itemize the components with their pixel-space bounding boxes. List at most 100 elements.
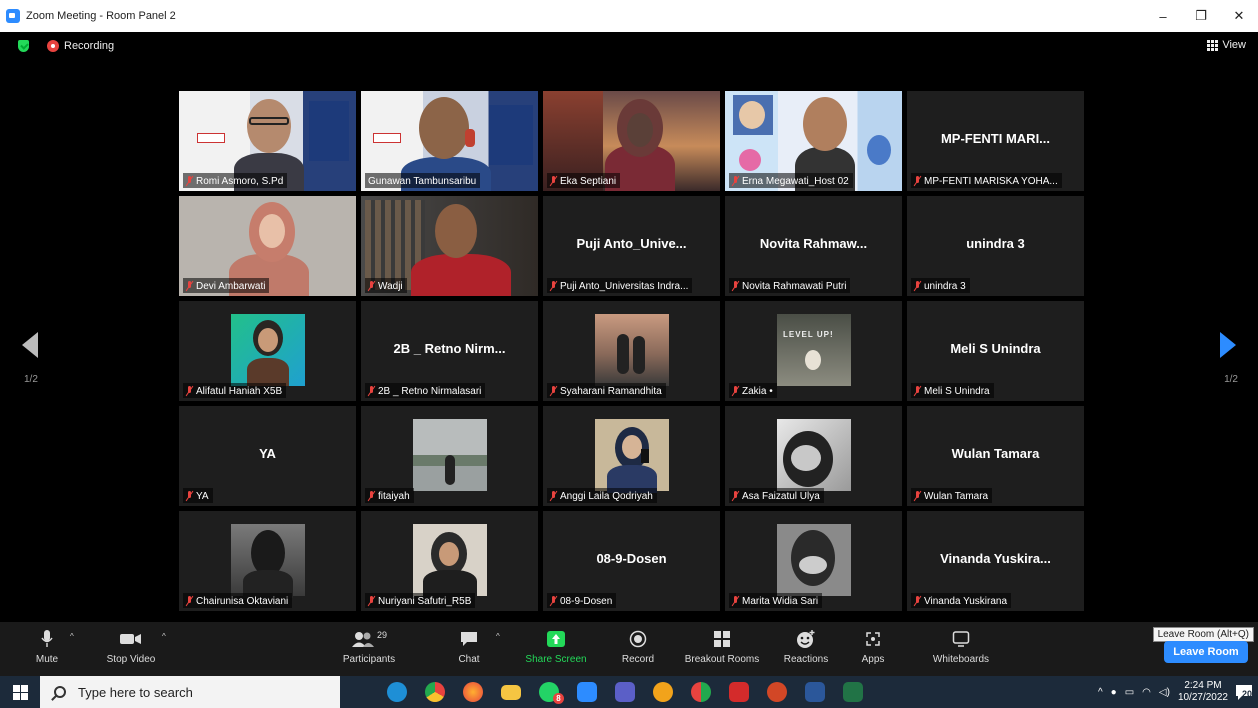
file-explorer-icon[interactable] bbox=[492, 676, 530, 708]
tray-mic-icon[interactable]: ● bbox=[1111, 687, 1117, 698]
participant-name: MP-FENTI MARISKA YOHA... bbox=[924, 175, 1058, 187]
record-icon bbox=[629, 630, 647, 648]
page-indicator-right: 1/2 bbox=[1224, 374, 1238, 385]
tray-wifi-icon[interactable]: ◠ bbox=[1142, 687, 1151, 698]
share-screen-icon bbox=[547, 631, 565, 647]
participant-name: 2B _ Retno Nirmalasari bbox=[378, 385, 482, 397]
view-button[interactable]: View bbox=[1207, 39, 1246, 51]
search-placeholder: Type here to search bbox=[78, 684, 193, 700]
meeting-area: Recording View 1/2 1/2 Romi Asmoro, S.Pd… bbox=[0, 32, 1258, 622]
participant-name: Chairunisa Oktaviani bbox=[196, 595, 289, 607]
windows-logo-icon bbox=[12, 684, 28, 700]
video-tile[interactable]: Novita Rahmaw... Novita Rahmawati Putri bbox=[725, 196, 902, 296]
previous-page-arrow-icon[interactable] bbox=[22, 332, 38, 358]
participant-display-name: 08-9-Dosen bbox=[596, 551, 667, 566]
record-button[interactable]: Record bbox=[618, 626, 658, 665]
stop-video-button[interactable]: Stop Video bbox=[100, 626, 162, 665]
tray-network-icon[interactable]: ▭ bbox=[1125, 687, 1134, 698]
apps-button[interactable]: Apps bbox=[860, 626, 886, 665]
participant-name: Anggi Laila Qodriyah bbox=[560, 490, 653, 502]
video-tile[interactable]: Syaharani Ramandhita bbox=[543, 301, 720, 401]
video-tile-active-speaker[interactable]: Gunawan Tambunsaribu bbox=[361, 91, 538, 191]
reactions-button[interactable]: Reactions bbox=[780, 626, 832, 665]
video-tile[interactable]: 2B _ Retno Nirm... 2B _ Retno Nirmalasar… bbox=[361, 301, 538, 401]
next-page-arrow-icon[interactable] bbox=[1220, 332, 1236, 358]
video-tile[interactable]: fitaiyah bbox=[361, 406, 538, 506]
firefox-app-icon[interactable] bbox=[454, 676, 492, 708]
chrome-app-icon[interactable] bbox=[416, 676, 454, 708]
audio-options-caret-icon[interactable]: ^ bbox=[70, 632, 74, 641]
apps-icon bbox=[866, 632, 880, 646]
participant-name: Erna Megawati_Host 02 bbox=[742, 175, 849, 187]
breakout-rooms-button[interactable]: Breakout Rooms bbox=[680, 626, 764, 665]
video-tile[interactable]: MP-FENTI MARI... MP-FENTI MARISKA YOHA..… bbox=[907, 91, 1084, 191]
notification-count: 20 bbox=[1242, 689, 1253, 699]
close-button[interactable]: ✕ bbox=[1220, 0, 1258, 32]
participant-name: Romi Asmoro, S.Pd bbox=[196, 175, 284, 187]
zoom-taskbar-icon[interactable] bbox=[568, 676, 606, 708]
participant-name: Nuriyani Safutri_R5B bbox=[378, 595, 472, 607]
taskbar-search-box[interactable]: Type here to search bbox=[40, 676, 340, 708]
video-tile[interactable]: Nuriyani Safutri_R5B bbox=[361, 511, 538, 611]
leave-room-button[interactable]: Leave Room bbox=[1164, 641, 1248, 663]
video-options-caret-icon[interactable]: ^ bbox=[162, 632, 166, 641]
participant-name: Asa Faizatul Ulya bbox=[742, 490, 820, 502]
acrobat-app-icon[interactable] bbox=[720, 676, 758, 708]
chrome-profile-icon[interactable] bbox=[682, 676, 720, 708]
chat-options-caret-icon[interactable]: ^ bbox=[496, 632, 500, 641]
video-tile[interactable]: Eka Septiani bbox=[543, 91, 720, 191]
chat-bubble-icon bbox=[461, 632, 477, 646]
video-tile[interactable]: Chairunisa Oktaviani bbox=[179, 511, 356, 611]
video-tile[interactable]: 08-9-Dosen 08-9-Dosen bbox=[543, 511, 720, 611]
grid-view-icon bbox=[1207, 39, 1219, 51]
muted-mic-icon bbox=[186, 176, 193, 186]
powerpoint-app-icon[interactable] bbox=[758, 676, 796, 708]
video-tile[interactable]: Erna Megawati_Host 02 bbox=[725, 91, 902, 191]
participants-button[interactable]: 29 Participants bbox=[338, 626, 400, 665]
breakout-rooms-icon bbox=[714, 631, 730, 647]
video-tile[interactable]: Romi Asmoro, S.Pd bbox=[179, 91, 356, 191]
participant-name: Zakia • bbox=[742, 385, 773, 397]
recording-label: Recording bbox=[64, 40, 115, 52]
participant-display-name: 2B _ Retno Nirm... bbox=[393, 341, 506, 356]
edge-app-icon[interactable] bbox=[378, 676, 416, 708]
video-tile[interactable]: Vinanda Yuskira... Vinanda Yuskirana bbox=[907, 511, 1084, 611]
notification-center-icon[interactable]: 20 bbox=[1234, 682, 1254, 702]
mute-button[interactable]: Mute bbox=[30, 626, 64, 665]
share-screen-button[interactable]: Share Screen bbox=[521, 626, 591, 665]
recording-icon[interactable] bbox=[47, 40, 59, 52]
tray-chevron-icon[interactable]: ^ bbox=[1098, 687, 1103, 698]
minimize-button[interactable]: – bbox=[1144, 0, 1182, 32]
security-shield-icon[interactable] bbox=[18, 40, 29, 52]
tray-volume-icon[interactable]: ◁) bbox=[1159, 687, 1170, 698]
restore-button[interactable]: ❐ bbox=[1182, 0, 1220, 32]
video-tile[interactable]: Asa Faizatul Ulya bbox=[725, 406, 902, 506]
video-tile[interactable]: Wulan Tamara Wulan Tamara bbox=[907, 406, 1084, 506]
video-tile[interactable]: YA YA bbox=[179, 406, 356, 506]
video-tile[interactable]: Puji Anto_Unive... Puji Anto_Universitas… bbox=[543, 196, 720, 296]
video-tile[interactable]: Anggi Laila Qodriyah bbox=[543, 406, 720, 506]
word-app-icon[interactable] bbox=[796, 676, 834, 708]
window-titlebar: Zoom Meeting - Room Panel 2 – ❐ ✕ bbox=[0, 0, 1258, 32]
video-tile[interactable]: Alifatul Haniah X5B bbox=[179, 301, 356, 401]
whatsapp-app-icon[interactable]: 8 bbox=[530, 676, 568, 708]
whiteboards-button[interactable]: Whiteboards bbox=[928, 626, 994, 665]
participant-name: Alifatul Haniah X5B bbox=[196, 385, 283, 397]
video-tile[interactable]: LEVEL UP! Zakia • bbox=[725, 301, 902, 401]
excel-app-icon[interactable] bbox=[834, 676, 872, 708]
video-tile[interactable]: Wadji bbox=[361, 196, 538, 296]
video-tile[interactable]: unindra 3 unindra 3 bbox=[907, 196, 1084, 296]
participant-display-name: MP-FENTI MARI... bbox=[940, 131, 1051, 146]
video-tile[interactable]: Meli S Unindra Meli S Unindra bbox=[907, 301, 1084, 401]
vpn-app-icon[interactable] bbox=[644, 676, 682, 708]
chat-button[interactable]: Chat bbox=[452, 626, 486, 665]
video-tile[interactable]: Marita Widia Sari bbox=[725, 511, 902, 611]
microphone-icon bbox=[41, 630, 53, 647]
participants-icon bbox=[351, 632, 374, 647]
taskbar-clock[interactable]: 2:24 PM 10/27/2022 bbox=[1178, 680, 1228, 704]
video-tile[interactable]: Devi Ambarwati bbox=[179, 196, 356, 296]
windows-start-button[interactable] bbox=[0, 676, 40, 708]
teams-app-icon[interactable] bbox=[606, 676, 644, 708]
participant-name: Wulan Tamara bbox=[924, 490, 989, 502]
participant-display-name: unindra 3 bbox=[966, 236, 1025, 251]
